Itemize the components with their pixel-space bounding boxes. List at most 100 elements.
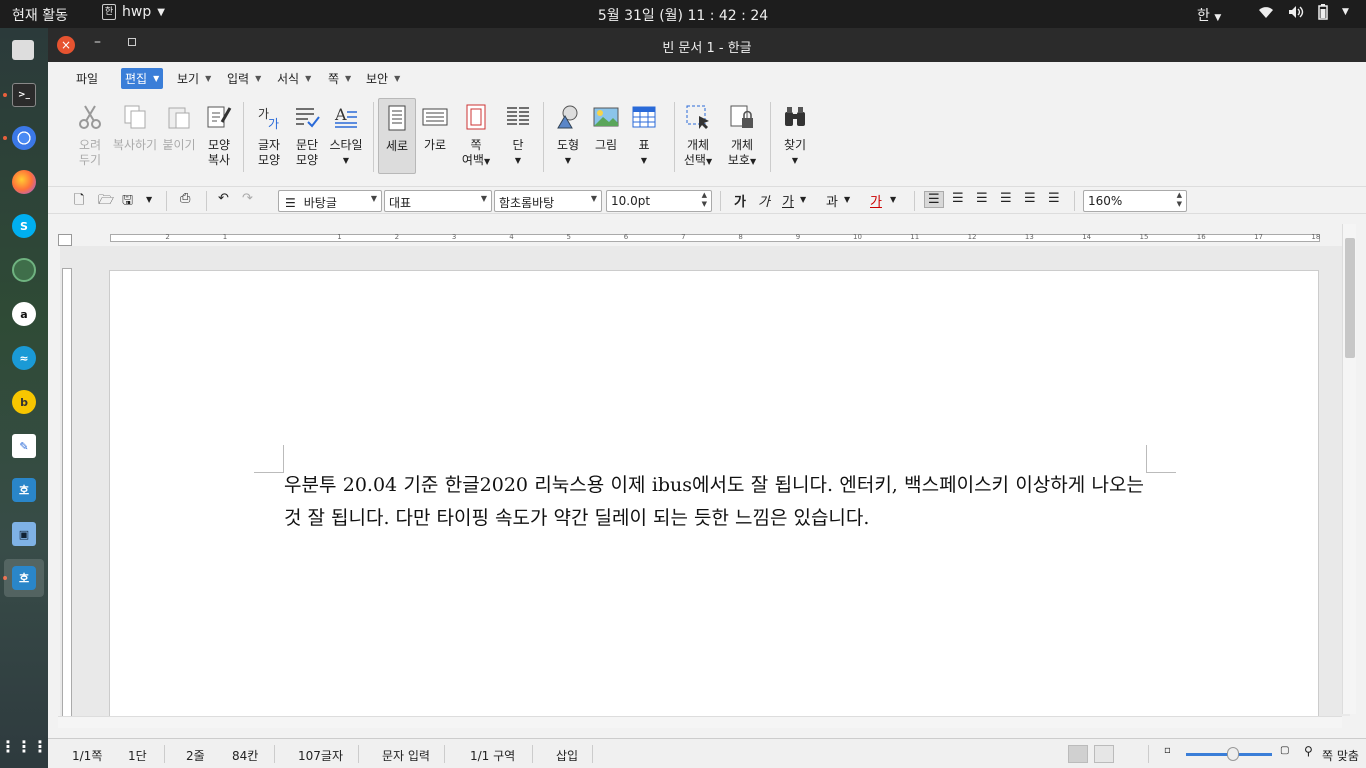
volume-icon <box>1289 6 1304 18</box>
menu-format[interactable]: 서식 ▼ <box>277 70 311 87</box>
hancom-office-icon[interactable]: 호 <box>12 478 36 502</box>
hwp-icon[interactable]: 호 <box>12 566 36 590</box>
chevron-down-icon: ▼ <box>205 74 212 83</box>
picture-icon <box>593 107 619 127</box>
view-normal-button[interactable] <box>1068 745 1088 763</box>
svg-text:가: 가 <box>268 117 279 130</box>
clock[interactable]: 5월 31일 (월) 11 : 42 : 24 <box>0 5 1366 25</box>
clipboard-icon <box>168 107 190 129</box>
font-color-button[interactable]: 가 <box>870 191 882 210</box>
left-align-icon[interactable]: ☰ <box>952 191 964 206</box>
undo-icon[interactable]: ↶ <box>218 191 229 206</box>
scrollbar-thumb[interactable] <box>1345 238 1355 358</box>
format-copy-button[interactable]: 모양 복사 <box>196 98 242 168</box>
open-folder-icon[interactable]: 🗁 <box>98 191 114 213</box>
portrait-page-icon <box>388 105 406 131</box>
files-icon[interactable] <box>12 40 34 60</box>
menu-page[interactable]: 쪽 ▼ <box>328 70 351 87</box>
bandizip-icon[interactable]: b <box>12 390 36 414</box>
portrait-button[interactable]: 세로 <box>378 98 416 174</box>
firefox-icon[interactable] <box>12 170 36 194</box>
italic-button[interactable]: 가 <box>758 191 770 210</box>
horizontal-ruler[interactable]: 2 1 1 2 3 4 5 6 7 8 9 10 11 12 13 14 15 16 17 18 <box>58 224 1348 246</box>
view-fit-button[interactable] <box>1094 745 1114 763</box>
menu-file[interactable]: 파일 <box>76 70 98 87</box>
select-object-button[interactable]: 개체 선택▼ <box>675 98 721 169</box>
chrome-icon[interactable] <box>12 126 36 150</box>
distribute-align-icon[interactable]: ☰ <box>1024 191 1036 206</box>
window-title: 빈 문서 1 - 한글 <box>662 41 752 56</box>
select-object-icon <box>686 105 709 129</box>
fit-page-button[interactable]: 쪽 맞춤 <box>1322 747 1359 764</box>
terminal-icon[interactable]: >_ <box>12 83 36 107</box>
system-tray[interactable]: ▼ <box>1258 4 1349 20</box>
menu-insert[interactable]: 입력 ▼ <box>227 70 261 87</box>
landscape-button[interactable]: 가로 <box>412 98 458 153</box>
vertical-ruler[interactable] <box>62 268 72 728</box>
protect-object-button[interactable]: 개체 보호▼ <box>719 98 765 169</box>
center-align-icon[interactable]: ☰ <box>976 191 988 206</box>
zoom-field[interactable]: 160% ▲ ▼ <box>1083 190 1187 212</box>
ruler-corner[interactable] <box>58 234 72 246</box>
skype-icon[interactable]: S <box>12 214 36 238</box>
virtualbox-icon[interactable]: ▣ <box>12 522 36 546</box>
new-document-icon[interactable]: 🗋 <box>74 191 84 213</box>
menu-security[interactable]: 보안 ▼ <box>366 70 400 87</box>
battery-icon <box>1318 4 1328 20</box>
chevron-down-icon[interactable]: ▼ <box>800 195 806 204</box>
ruler-tick-label: 1 <box>222 233 228 241</box>
chevron-down-icon[interactable]: ▼ <box>844 195 850 204</box>
ruler-tick-label: 6 <box>623 233 629 241</box>
chevron-down-icon[interactable]: ▼ <box>890 195 896 204</box>
text-editor-icon[interactable]: ✎ <box>12 434 36 458</box>
zoom-in-icon[interactable]: ▢ <box>1280 745 1289 756</box>
wifi-icon <box>1259 7 1273 18</box>
menu-view[interactable]: 보기 ▼ <box>177 70 211 87</box>
window-titlebar[interactable]: × – 빈 문서 1 - 한글 <box>48 28 1366 62</box>
page-margin-button[interactable]: 쪽 여백▼ <box>453 98 499 169</box>
app-icon[interactable]: ≈ <box>12 346 36 370</box>
bold-button[interactable]: 가 <box>734 191 746 210</box>
justify-align-icon[interactable]: ☰ <box>924 191 944 208</box>
underline-button[interactable]: 가 <box>782 191 794 210</box>
zoom-slider-handle[interactable] <box>1227 747 1239 761</box>
magnifier-icon[interactable]: ⚲ <box>1304 744 1313 758</box>
ruler-scale[interactable]: 2 1 1 2 3 4 5 6 7 8 9 10 11 12 13 14 15 16 17 18 <box>110 233 1320 242</box>
chevron-down-icon[interactable]: ▼ <box>146 195 152 204</box>
find-button[interactable]: 찾기 ▼ <box>772 98 818 168</box>
strikethrough-button[interactable]: 과 <box>826 191 838 210</box>
zoom-out-icon[interactable]: ▫ <box>1164 745 1171 756</box>
split-align-icon[interactable]: ☰ <box>1048 191 1060 206</box>
ruler-tick-label: 10 <box>853 233 862 241</box>
style-select[interactable]: ☰ 바탕글 ▼ <box>278 190 382 212</box>
language-select[interactable]: 대표 ▼ <box>384 190 492 212</box>
chevron-down-icon: ▼ <box>305 74 312 83</box>
print-icon[interactable]: ⎙ <box>180 191 190 206</box>
redo-icon[interactable]: ↷ <box>242 191 253 206</box>
table-button[interactable]: 표 ▼ <box>621 98 667 168</box>
save-icon[interactable]: 🖫 <box>122 191 133 213</box>
document-page[interactable]: 우분투 20.04 기준 한글2020 리눅스용 이제 ibus에서도 잘 됩니… <box>109 270 1319 716</box>
horizontal-scrollbar[interactable] <box>58 716 1342 728</box>
chevron-down-icon: ▼ <box>255 74 262 83</box>
document-body-text[interactable]: 우분투 20.04 기준 한글2020 리눅스용 이제 ibus에서도 잘 됩니… <box>284 469 1144 535</box>
vertical-scrollbar[interactable] <box>1342 224 1356 714</box>
input-method-indicator[interactable]: 한 ▼ <box>1197 5 1221 25</box>
ruler-tick-label: 4 <box>509 233 514 241</box>
columns-button[interactable]: 단 ▼ <box>495 98 541 168</box>
status-input-mode[interactable]: 문자 입력 <box>382 747 430 764</box>
status-page: 1/1쪽 <box>72 749 103 763</box>
grid-icon[interactable]: ⋮⋮⋮ <box>0 734 48 758</box>
amazon-icon[interactable]: a <box>12 302 36 326</box>
atom-icon[interactable] <box>12 258 36 282</box>
right-align-icon[interactable]: ☰ <box>1000 191 1012 206</box>
copy-button[interactable]: 복사하기 <box>111 98 159 153</box>
stepper-icon: ▲ ▼ <box>701 191 707 208</box>
menu-edit[interactable]: 편집 ▼ <box>121 68 164 89</box>
status-insert-mode[interactable]: 삽입 <box>556 747 578 764</box>
view-full-button[interactable] <box>1120 745 1140 763</box>
style-button[interactable]: A 스타일 ▼ <box>323 98 369 168</box>
font-select[interactable]: 함초롬바탕 ▼ <box>494 190 602 212</box>
font-size-field[interactable]: 10.0pt ▲ ▼ <box>606 190 712 212</box>
cut-button[interactable]: 오려 두기 <box>67 98 113 168</box>
